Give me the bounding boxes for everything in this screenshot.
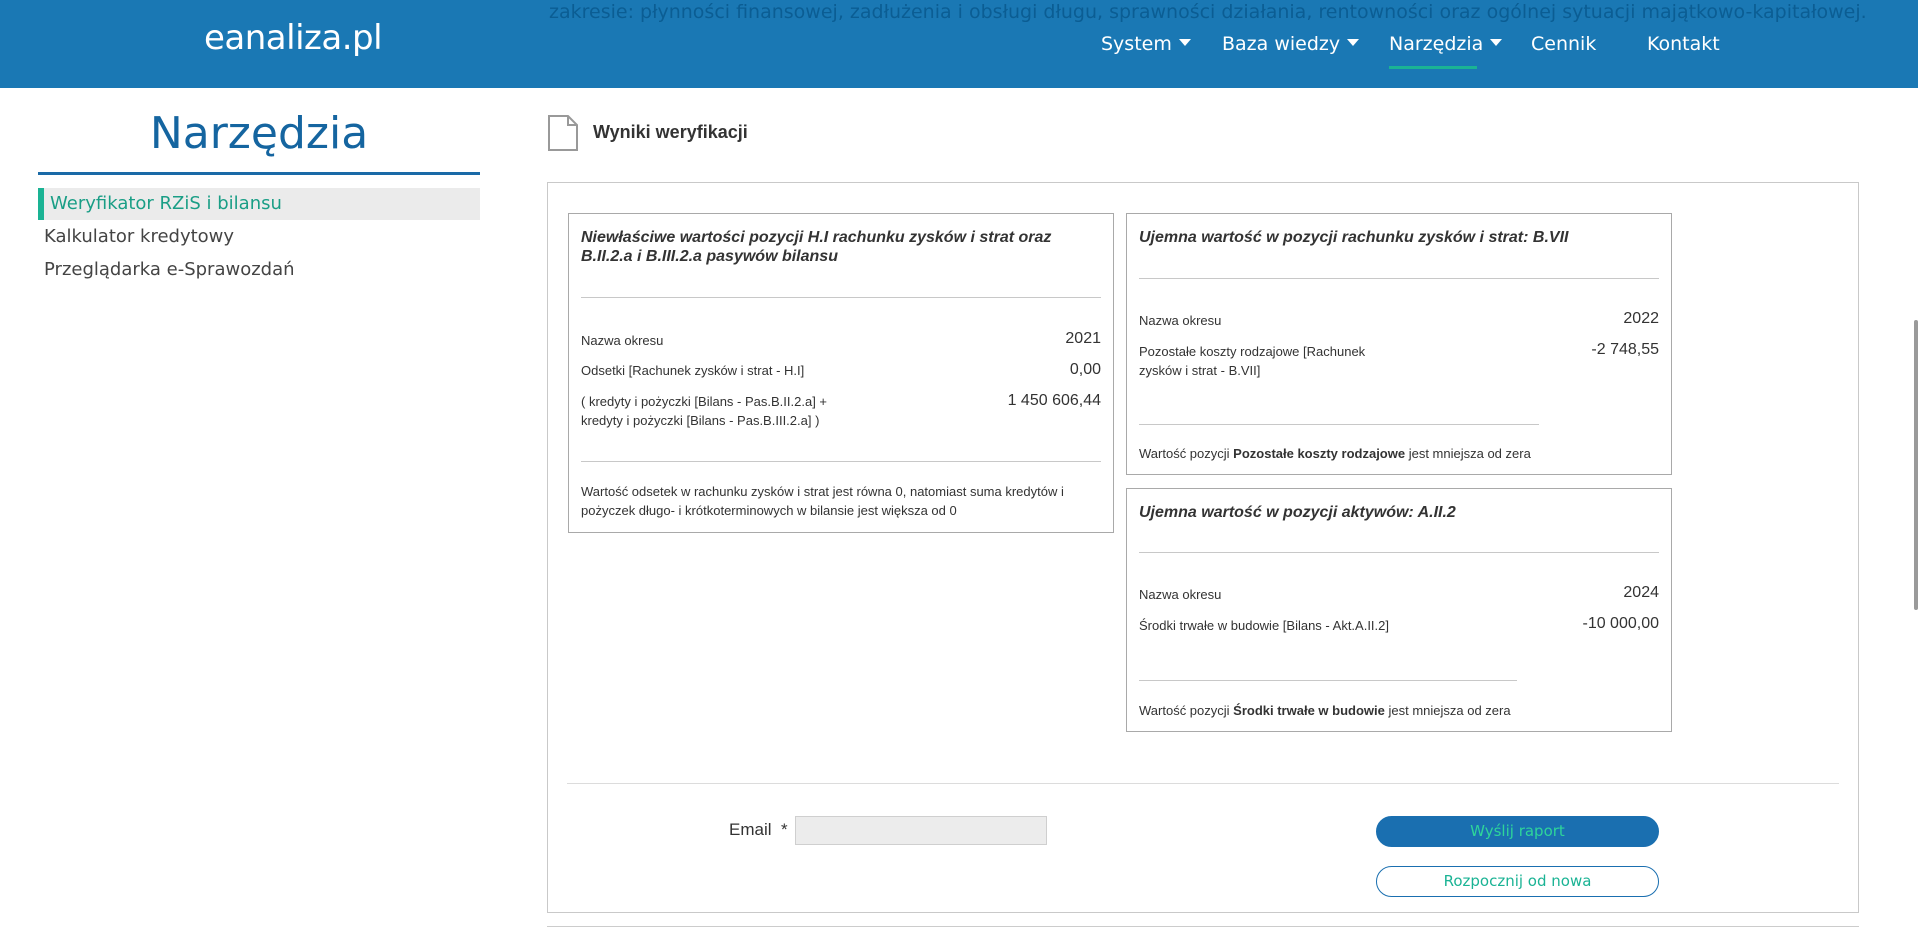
scrollbar-thumb[interactable]: [1914, 320, 1918, 610]
row-label: Środki trwałe w budowie [Bilans - Akt.A.…: [1139, 618, 1389, 633]
sidebar-item-kalkulator[interactable]: Kalkulator kredytowy: [38, 221, 480, 253]
period-value: 2024: [1623, 584, 1659, 601]
card-divider: [581, 461, 1101, 462]
row-value: -2 748,55: [1591, 341, 1659, 358]
nav-item-label: System: [1101, 33, 1172, 55]
nav-item-label: Cennik: [1531, 33, 1597, 55]
site-logo[interactable]: eanaliza.pl: [204, 18, 383, 58]
sidebar-item-weryfikator[interactable]: Weryfikator RZiS i bilansu: [38, 188, 480, 220]
card-divider: [1139, 278, 1659, 279]
note-prefix: Wartość pozycji: [1139, 703, 1234, 718]
card-divider: [1139, 680, 1517, 681]
form-divider: [567, 783, 1839, 784]
email-input[interactable]: [795, 816, 1047, 845]
nav-item-narzedzia[interactable]: Narzędzia: [1389, 0, 1503, 88]
card-title: Ujemna wartość w pozycji rachunku zysków…: [1139, 229, 1569, 246]
required-marker: *: [780, 820, 788, 839]
nav-item-label: Kontakt: [1647, 33, 1720, 55]
nav-item-label: Baza wiedzy: [1222, 33, 1341, 55]
send-report-button[interactable]: Wyślij raport: [1376, 816, 1659, 847]
nav-item-system[interactable]: System: [1101, 0, 1191, 88]
period-value: 2022: [1623, 310, 1659, 327]
email-label: Email *: [729, 820, 788, 840]
nav-item-baza-wiedzy[interactable]: Baza wiedzy: [1222, 0, 1360, 88]
document-icon: [548, 115, 578, 151]
card-divider: [581, 297, 1101, 298]
card-note: Wartość pozycji Środki trwałe w budowie …: [1139, 701, 1659, 720]
period-label: Nazwa okresu: [581, 333, 664, 348]
nav-item-label: Narzędzia: [1389, 33, 1484, 55]
top-navigation-bar: zakresie: płynności finansowej, zadłużen…: [0, 0, 1918, 88]
page-bottom-divider: [547, 926, 1859, 927]
note-suffix: jest mniejsza od zera: [1384, 703, 1511, 718]
chevron-down-icon: [1347, 38, 1360, 46]
note-suffix: jest mniejsza od zera: [1405, 446, 1531, 461]
restart-button[interactable]: Rozpocznij od nowa: [1376, 866, 1659, 897]
verification-card: Ujemna wartość w pozycji rachunku zysków…: [1126, 213, 1672, 475]
row-label: Pozostałe koszty rodzajowe [Rachunek zys…: [1139, 344, 1366, 378]
sidebar-divider: [38, 172, 480, 175]
row-label: ( kredyty i pożyczki [Bilans - Pas.B.II.…: [581, 394, 828, 428]
nav-item-cennik[interactable]: Cennik: [1531, 0, 1596, 88]
sidebar-item-przegladarka[interactable]: Przeglądarka e-Sprawozdań: [38, 254, 480, 286]
card-note: Wartość odsetek w rachunku zysków i stra…: [581, 484, 1064, 518]
card-divider: [1139, 552, 1659, 553]
results-title: Wyniki weryfikacji: [593, 122, 748, 142]
row-label: Odsetki [Rachunek zysków i strat - H.I]: [581, 363, 805, 378]
verification-card: Niewłaściwe wartości pozycji H.I rachunk…: [568, 213, 1114, 533]
row-value: 0,00: [1069, 361, 1101, 378]
note-bold: Pozostałe koszty rodzajowe: [1233, 446, 1406, 461]
row-value: -10 000,00: [1582, 615, 1659, 632]
sidebar-title: Narzędzia: [149, 108, 369, 159]
nav-active-indicator: [1389, 66, 1477, 69]
chevron-down-icon: [1490, 38, 1503, 46]
note-bold: Środki trwałe w budowie: [1233, 703, 1385, 718]
card-divider: [1139, 424, 1539, 425]
period-value: 2021: [1065, 330, 1101, 347]
card-title: Niewłaściwe wartości pozycji H.I rachunk…: [581, 229, 1052, 265]
period-label: Nazwa okresu: [1139, 587, 1222, 602]
verification-card: Ujemna wartość w pozycji aktywów: A.II.2…: [1126, 488, 1672, 732]
card-title: Ujemna wartość w pozycji aktywów: A.II.2: [1139, 504, 1456, 521]
chevron-down-icon: [1178, 38, 1191, 46]
note-prefix: Wartość pozycji: [1139, 446, 1234, 461]
row-value: 1 450 606,44: [1007, 392, 1101, 409]
nav-item-kontakt[interactable]: Kontakt: [1647, 0, 1720, 88]
card-note: Wartość pozycji Pozostałe koszty rodzajo…: [1139, 444, 1659, 463]
email-label-text: Email: [729, 820, 772, 839]
period-label: Nazwa okresu: [1139, 313, 1222, 328]
